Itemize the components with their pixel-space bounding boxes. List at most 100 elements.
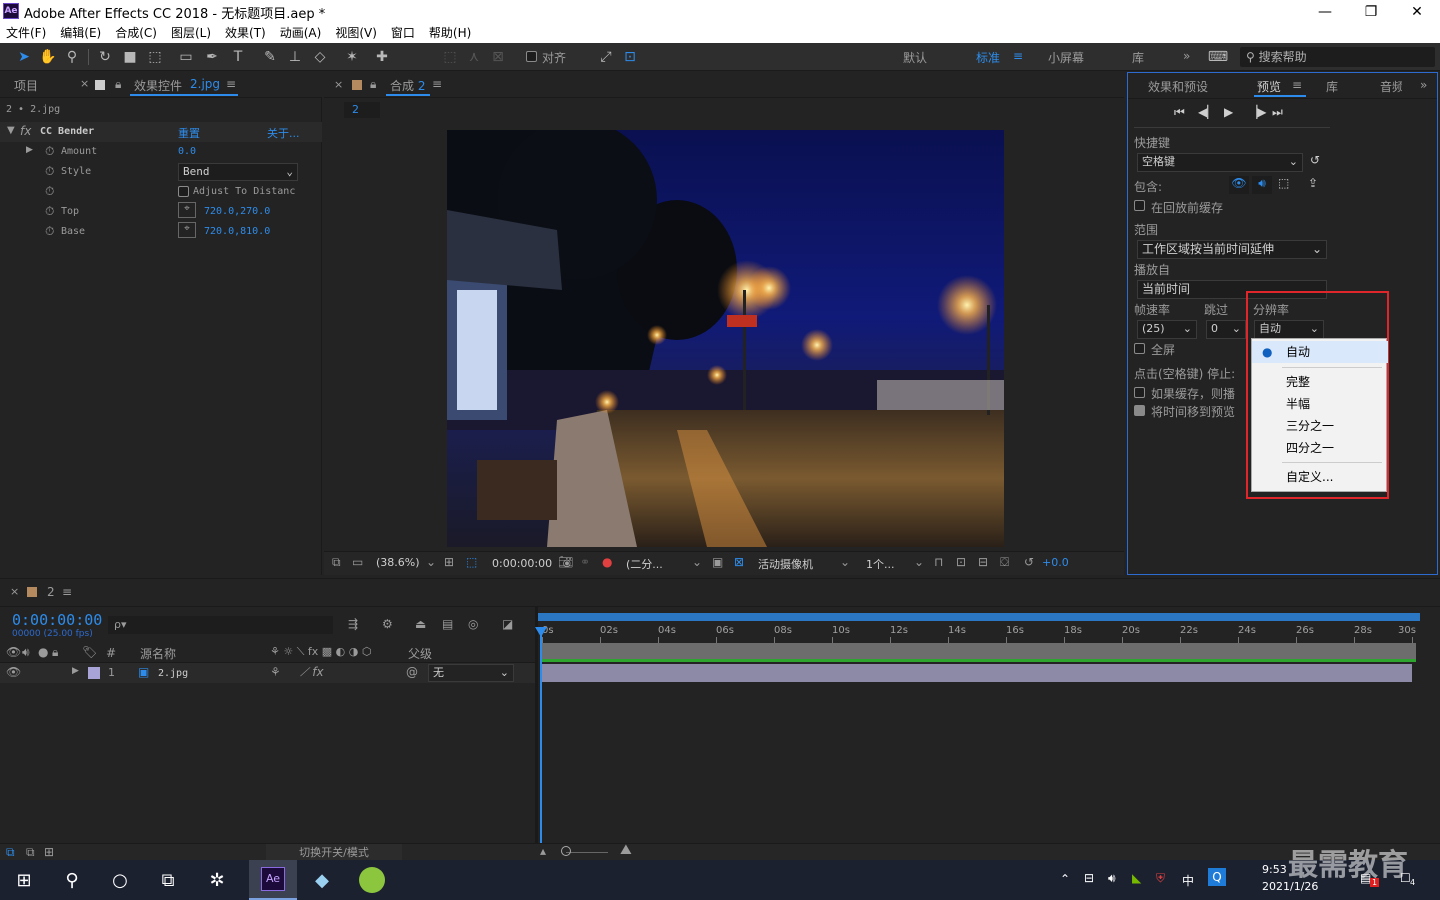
panel-menu-icon[interactable]: ≡ (1292, 78, 1302, 92)
type-tool-icon[interactable]: T (228, 47, 248, 67)
style-dropdown[interactable]: Bend ⌄ (178, 163, 298, 181)
reset-link[interactable]: 重置 (178, 125, 200, 141)
cache-checkbox[interactable] (1134, 200, 1145, 214)
menu-layer[interactable]: 图层(L) (171, 23, 211, 43)
range-dropdown[interactable]: 工作区域按当前时间延伸 ⌄ (1137, 240, 1327, 259)
comp-breadcrumb[interactable]: 2 (344, 102, 380, 118)
zoom-dropdown[interactable]: (38.6%) (376, 556, 420, 569)
menu-animation[interactable]: 动画(A) (280, 23, 322, 43)
camera-tool-icon[interactable]: ■ (120, 47, 140, 67)
amount-value[interactable]: 0.0 (178, 146, 196, 157)
menu-view[interactable]: 视图(V) (335, 23, 377, 43)
task-view-icon[interactable]: ⧉ (156, 868, 180, 892)
workspace-menu-icon[interactable]: ≡ (1013, 49, 1023, 63)
include-overlays-icon[interactable]: ⬚ (1278, 176, 1289, 190)
point-target-icon[interactable]: ⌖ (178, 202, 196, 218)
reset-shortcut-icon[interactable]: ↺ (1310, 153, 1320, 167)
fx-icon[interactable]: fx (20, 124, 31, 138)
tab-project[interactable]: 项目 (14, 77, 38, 94)
views-dropdown[interactable]: 1个... (866, 556, 895, 572)
reset-exposure-icon[interactable]: ↺ (1024, 555, 1034, 569)
layer-search-input[interactable]: ρ▾ (108, 616, 333, 634)
if-cached-checkbox[interactable] (1134, 387, 1145, 401)
selection-tool-icon[interactable]: ➤ (14, 47, 34, 67)
local-axis-icon[interactable]: ⬚ (440, 47, 460, 67)
pinwheel-app-icon[interactable]: ✲ (205, 868, 229, 892)
windows-start-icon[interactable]: ⊞ (12, 868, 36, 892)
zoom-slider[interactable] (561, 846, 571, 856)
channel-icon[interactable]: ● (602, 555, 612, 569)
toggle-pixel-icon[interactable]: ⊓ (934, 555, 943, 569)
tab-library[interactable]: 库 (1326, 78, 1338, 95)
option-full[interactable]: 完整 (1252, 371, 1388, 393)
label-icon[interactable]: 🏷︎ (82, 645, 97, 659)
menu-file[interactable]: 文件(F) (6, 23, 46, 43)
collapse-switch-icon[interactable]: ⚘ (270, 665, 281, 679)
tab-effects-presets[interactable]: 效果和预设 (1148, 78, 1208, 95)
skip-dropdown[interactable]: 0 ⌄ (1206, 320, 1246, 339)
pan-behind-tool-icon[interactable]: ⬚ (145, 47, 165, 67)
clone-stamp-tool-icon[interactable]: ⊥ (285, 47, 305, 67)
expand-triangle-icon[interactable]: ▶ (72, 666, 79, 676)
lock-icon[interactable]: 🔒︎ (115, 77, 121, 92)
chevron-down-icon[interactable]: ⌄ (840, 555, 850, 569)
ae-taskbar-item[interactable]: Ae (249, 860, 297, 900)
col-source-name[interactable]: 源名称 (140, 645, 176, 662)
stopwatch-icon[interactable]: ⏱ (45, 224, 54, 239)
viewer-timecode[interactable]: 0:00:00:00 (492, 557, 552, 570)
cortana-icon[interactable]: ○ (108, 868, 132, 892)
timeline-icon[interactable]: ⊟ (978, 555, 988, 569)
transparency-grid-icon[interactable]: ⊠ (734, 555, 744, 569)
fast-preview-icon[interactable]: ⊡ (956, 555, 966, 569)
restore-button[interactable]: ❐ (1348, 0, 1394, 23)
resolution-dropdown[interactable]: (二分... (626, 556, 663, 572)
align-checkbox[interactable] (526, 51, 537, 65)
play-icon[interactable]: ▶ (1224, 105, 1233, 119)
expand-triangle-icon[interactable]: ▼ (7, 125, 15, 136)
panel-menu-icon[interactable]: ≡ (432, 77, 442, 91)
layer-fx-icon[interactable]: ⟋ fx (300, 665, 324, 680)
layer-label-swatch[interactable] (88, 667, 100, 679)
search-icon[interactable]: ⚲ (60, 868, 84, 892)
pick-whip-icon[interactable]: @ (406, 665, 418, 679)
view-axis-icon[interactable]: ⊠ (488, 47, 508, 67)
workspace-default[interactable]: 默认 (903, 49, 927, 66)
menu-edit[interactable]: 编辑(E) (60, 23, 101, 43)
prev-frame-icon[interactable]: ◀▏ (1198, 105, 1216, 119)
more-tabs-icon[interactable]: » (1420, 78, 1427, 92)
tab-composition[interactable]: 合成 2 (390, 77, 425, 94)
work-area-bar[interactable] (538, 613, 1420, 621)
stopwatch-icon[interactable]: ⏱ (45, 204, 54, 219)
tab-audio[interactable]: 音频 (1380, 78, 1402, 95)
workspace-library[interactable]: 库 (1132, 49, 1144, 66)
graph-editor-icon[interactable]: ◪ (502, 617, 513, 631)
close-button[interactable]: ✕ (1394, 0, 1440, 23)
expand-triangle-icon[interactable]: ▶ (26, 145, 33, 155)
menu-window[interactable]: 窗口 (391, 23, 415, 43)
ime-indicator[interactable]: 中 (1182, 872, 1194, 889)
minimize-button[interactable]: — (1302, 0, 1348, 23)
option-auto[interactable]: ● 自动 (1252, 341, 1388, 363)
eraser-tool-icon[interactable]: ◇ (310, 47, 330, 67)
flowchart-icon[interactable]: ⛋ (1000, 555, 1009, 570)
close-tab-icon[interactable]: × (80, 77, 89, 90)
close-tab-icon[interactable]: × (10, 585, 19, 598)
puppet-pin-tool-icon[interactable]: ✚ (372, 47, 392, 67)
include-audio-icon[interactable]: 🔊︎ (1252, 176, 1272, 194)
shortcut-dropdown[interactable]: 空格键 ⌄ (1137, 153, 1303, 172)
eye-icon[interactable]: 👁︎ (6, 645, 21, 659)
comp-flowchart-icon[interactable]: ⇶ (348, 617, 358, 631)
fps-dropdown[interactable]: (25) ⌄ (1137, 320, 1197, 339)
next-frame-icon[interactable]: ▕▶ (1248, 105, 1266, 119)
in-out-icon[interactable]: ⊞ (44, 845, 54, 859)
network-icon[interactable]: ⊟ (1084, 871, 1094, 885)
timeline-timecode[interactable]: 0:00:00:00 (12, 611, 102, 629)
parent-dropdown[interactable]: 无 ⌄ (428, 664, 514, 682)
green-app-icon[interactable] (359, 867, 385, 893)
option-quarter[interactable]: 四分之一 (1252, 437, 1388, 459)
region-interest-icon[interactable]: ▣ (712, 555, 723, 569)
world-axis-icon[interactable]: ⋏ (464, 47, 484, 67)
tab-effect-controls[interactable]: 效果控件 (134, 77, 182, 94)
lock-icon[interactable]: 🔒︎ (52, 645, 58, 660)
show-snapshot-icon[interactable]: ⚭ (580, 555, 590, 569)
